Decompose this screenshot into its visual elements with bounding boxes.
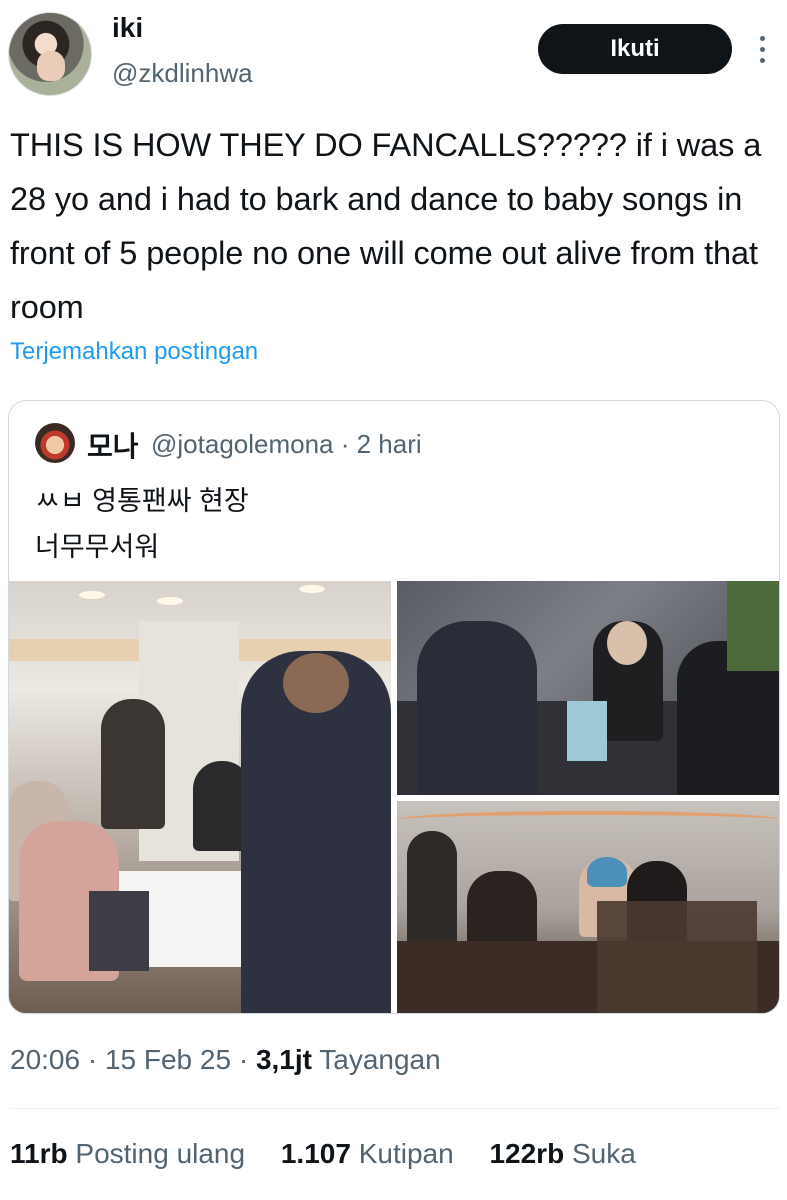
views-label: Tayangan [311,1044,441,1075]
quoted-author-avatar [35,423,75,463]
quoted-text-line-2: 너무무서워 [35,532,160,562]
tweet-meta: 20:06 · 15 Feb 25 · 3,1jt Tayangan [10,1044,441,1076]
author-handle[interactable]: @zkdlinhwa [112,58,253,89]
quoted-author-name: 모나 [87,431,139,462]
quoted-author-meta: @jotagolemona · 2 hari [151,429,422,459]
tweet-datetime[interactable]: 20:06 · 15 Feb 25 · [10,1044,256,1075]
quotes-count: 1.107 [280,1138,351,1169]
views-count: 3,1jt [255,1044,312,1075]
quotes-label: Kutipan [358,1138,454,1169]
quotes-stat[interactable]: 1.107 Kutipan [281,1138,454,1170]
likes-count: 122rb [489,1138,565,1169]
photo-3[interactable] [397,801,779,1013]
reposts-label: Posting ulang [75,1138,246,1169]
media-grid [9,581,779,1013]
photo-1[interactable] [9,581,391,1013]
likes-label: Suka [571,1138,636,1169]
engagement-stats: 11rb Posting ulang 1.107 Kutipan 122rb S… [10,1138,664,1170]
divider [10,1108,780,1109]
likes-stat[interactable]: 122rb Suka [489,1138,635,1170]
translate-link[interactable]: Terjemahkan postingan [10,338,258,366]
tweet-header: iki @zkdlinhwa Ikuti [0,0,787,110]
author-avatar[interactable] [8,12,92,96]
quoted-tweet[interactable]: 모나 @jotagolemona · 2 hari ㅆㅂ 영통팬싸 현장 너무무… [8,400,780,1014]
reposts-count: 11rb [10,1138,68,1169]
quoted-text-line-1: ㅆㅂ 영통팬싸 현장 [35,486,249,516]
more-vertical-icon[interactable] [752,36,772,66]
follow-button[interactable]: Ikuti [538,24,732,74]
tweet-text: THIS IS HOW THEY DO FANCALLS????? if i w… [10,127,762,325]
reposts-stat[interactable]: 11rb Posting ulang [10,1138,245,1170]
photo-2[interactable] [397,581,779,795]
author-display-name[interactable]: iki [112,12,143,44]
